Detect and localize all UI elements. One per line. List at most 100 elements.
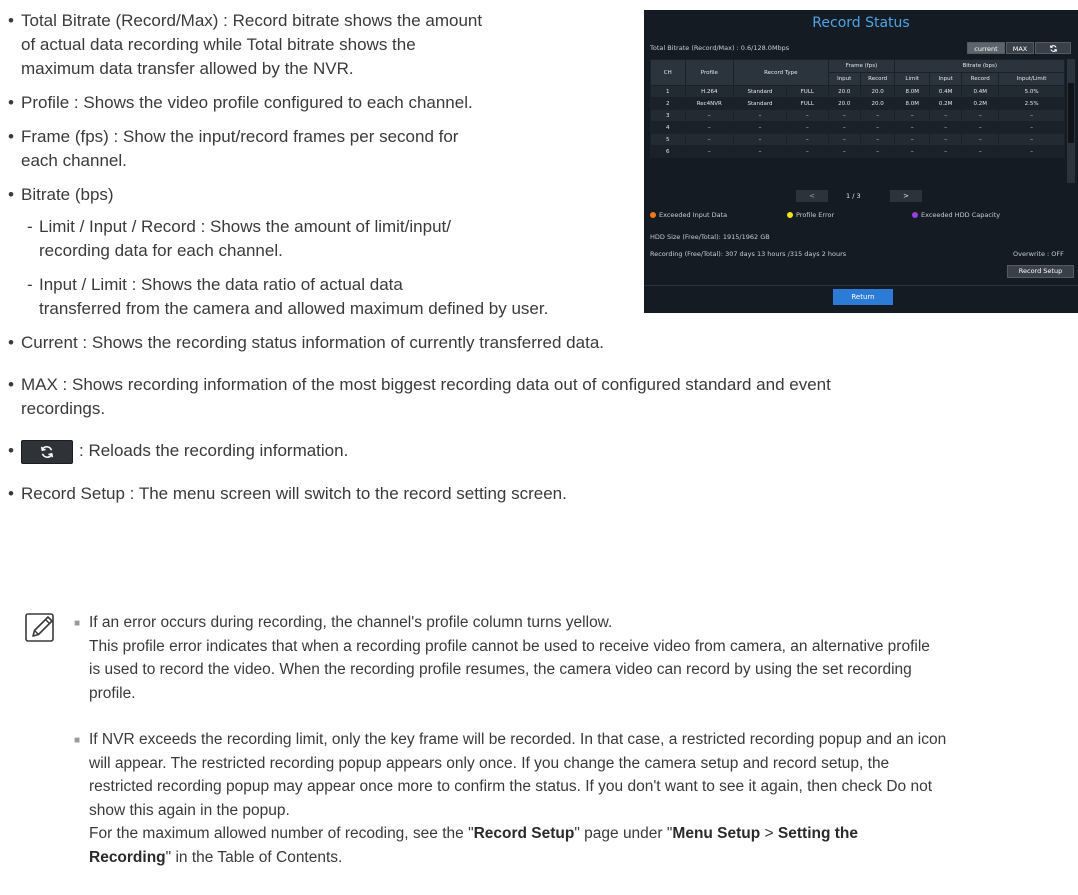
- header-bitrate: Bitrate (bps): [894, 59, 1065, 73]
- legend-exceeded-hdd: Exceeded HDD Capacity: [912, 211, 1000, 220]
- bullet-dot: •: [8, 185, 14, 204]
- cell-profile: –: [684, 145, 735, 158]
- bullet-text: Bitrate (bps): [21, 185, 114, 204]
- cell-limit: 8.0M: [894, 97, 931, 110]
- return-button[interactable]: Return: [833, 289, 893, 305]
- cell-frame-input: –: [827, 121, 861, 134]
- page-indicator: 1 / 3: [846, 192, 861, 200]
- refresh-button[interactable]: [1035, 42, 1071, 54]
- bullet-frame-cont: each channel.: [21, 151, 127, 170]
- note-profile-error: ■ If an error occurs during recording, t…: [74, 611, 930, 705]
- bullet-total-bitrate: • Total Bitrate (Record/Max) : Record bit…: [8, 9, 483, 32]
- table-row[interactable]: 3– – – – – – – – –: [650, 109, 1065, 122]
- cell-frame-input: 20.0: [827, 85, 861, 98]
- cell-input-limit: –: [998, 121, 1065, 134]
- note-text: " in the Table of Contents.: [165, 848, 343, 866]
- prev-page-button[interactable]: <: [796, 190, 828, 202]
- cell-bitrate-record: –: [961, 133, 1000, 146]
- hdd-size-text: HDD Size (Free/Total): 1915/1962 GB: [650, 233, 770, 241]
- cell-bitrate-input: –: [929, 109, 963, 122]
- bullet-text: Frame (fps) : Show the input/record fram…: [21, 127, 459, 146]
- note-line: If an error occurs during recording, the…: [89, 614, 613, 631]
- sub-limit: - Limit / Input / Record : Shows the amou…: [27, 215, 451, 238]
- cell-type: Standard: [733, 97, 788, 110]
- note-bullet: ■: [74, 735, 81, 746]
- bullet-max: • MAX : Shows recording information of th…: [8, 373, 831, 396]
- cell-bitrate-record: –: [961, 121, 1000, 134]
- cell-input-limit: –: [998, 145, 1065, 158]
- legend-exceeded-input: Exceeded Input Data: [650, 211, 727, 220]
- cell-type: –: [733, 121, 788, 134]
- note-line: profile.: [89, 684, 136, 702]
- bullet-dot: •: [8, 484, 14, 503]
- cell-frame-record: –: [859, 121, 896, 134]
- bullet-text: Current : Shows the recording status inf…: [21, 333, 604, 352]
- record-setup-button[interactable]: Record Setup: [1007, 265, 1074, 278]
- bullet-text: Total Bitrate (Record/Max) : Record bitr…: [21, 11, 483, 30]
- table-row[interactable]: 4– – – – – – – – –: [650, 121, 1065, 134]
- yellow-dot-icon: [787, 212, 793, 218]
- current-button[interactable]: current: [967, 42, 1005, 54]
- cell-mode: –: [786, 145, 829, 158]
- cell-frame-input: –: [827, 145, 861, 158]
- bullet-dot: •: [8, 375, 14, 394]
- header-bitrate-input: Input: [929, 72, 963, 86]
- header-input-limit: Input/Limit: [998, 72, 1065, 86]
- reload-button[interactable]: [21, 439, 73, 464]
- bullet-dot: •: [8, 441, 14, 460]
- table-row[interactable]: 2 Rec4NVR Standard FULL 20.0 20.0 8.0M 0.2M 0.2M…: [650, 97, 1065, 110]
- note-text: For the maximum allowed number of recodi…: [89, 825, 474, 842]
- cell-limit: –: [894, 109, 931, 122]
- orange-dot-icon: [650, 212, 656, 218]
- table-row[interactable]: 5– – – – – – – – –: [650, 133, 1065, 146]
- header-frame-input: Input: [827, 72, 861, 86]
- cell-limit: –: [894, 133, 931, 146]
- bullet-total-bitrate-cont: of actual data recording while Total bit…: [21, 35, 416, 54]
- bullet-bitrate: • Bitrate (bps): [8, 183, 114, 206]
- max-button[interactable]: MAX: [1006, 42, 1034, 54]
- bullet-text: : Reloads the recording information.: [79, 441, 349, 460]
- header-frame: Frame (fps): [827, 59, 896, 73]
- cell-limit: –: [894, 121, 931, 134]
- bullet-record-setup: • Record Setup : The menu screen will swi…: [8, 482, 567, 505]
- table-row[interactable]: 6– – – – – – – – –: [650, 145, 1065, 158]
- legend-label: Exceeded Input Data: [659, 211, 728, 219]
- sub-input-limit: - Input / Limit : Shows the data ratio of…: [27, 273, 403, 296]
- cell-type: –: [733, 109, 788, 122]
- note-pencil-icon: [25, 613, 54, 642]
- cell-input-limit: 5.0%: [998, 85, 1065, 98]
- cell-mode: –: [786, 121, 829, 134]
- cell-mode: –: [786, 109, 829, 122]
- bullet-dot: •: [8, 11, 14, 30]
- cell-ch: 2: [650, 97, 686, 110]
- cell-bitrate-record: 0.2M: [961, 97, 1000, 110]
- cell-bitrate-input: –: [929, 121, 963, 134]
- note-line: This profile error indicates that when a…: [89, 637, 930, 655]
- cell-mode: FULL: [786, 97, 829, 110]
- table-row[interactable]: 1 H.264 Standard FULL 20.0 20.0 8.0M 0.4M 0.4M 5.…: [650, 85, 1065, 98]
- scrollbar-thumb[interactable]: [1068, 83, 1074, 143]
- cell-frame-input: –: [827, 133, 861, 146]
- note-bullet: ■: [74, 618, 81, 629]
- bullet-text: Profile : Shows the video profile config…: [21, 93, 473, 112]
- bullet-frame: • Frame (fps) : Show the input/record fra…: [8, 125, 459, 148]
- cell-frame-record: 20.0: [859, 85, 896, 98]
- bullet-dot: •: [8, 333, 14, 352]
- cell-input-limit: –: [998, 133, 1065, 146]
- cell-bitrate-record: 0.4M: [961, 85, 1000, 98]
- table-scrollbar[interactable]: [1067, 59, 1075, 183]
- cell-mode: FULL: [786, 85, 829, 98]
- cell-bitrate-input: 0.4M: [929, 85, 963, 98]
- sub-text: Limit / Input / Record : Shows the amoun…: [39, 217, 451, 236]
- cell-profile: –: [684, 133, 735, 146]
- bullet-dot: •: [8, 127, 14, 146]
- cell-ch: 5: [650, 133, 686, 146]
- record-status-screenshot: Record Status Total Bitrate (Record/Max)…: [644, 10, 1078, 313]
- next-page-button[interactable]: >: [890, 190, 922, 202]
- bullet-text: Record Setup : The menu screen will swit…: [21, 484, 567, 503]
- bullet-reload: • : Reloads the recording information.: [8, 439, 349, 464]
- header-frame-record: Record: [859, 72, 896, 86]
- legend-label: Exceeded HDD Capacity: [921, 211, 1001, 219]
- recording-text: Recording (Free/Total): 307 days 13 hour…: [650, 250, 847, 258]
- note-text: >: [760, 825, 778, 842]
